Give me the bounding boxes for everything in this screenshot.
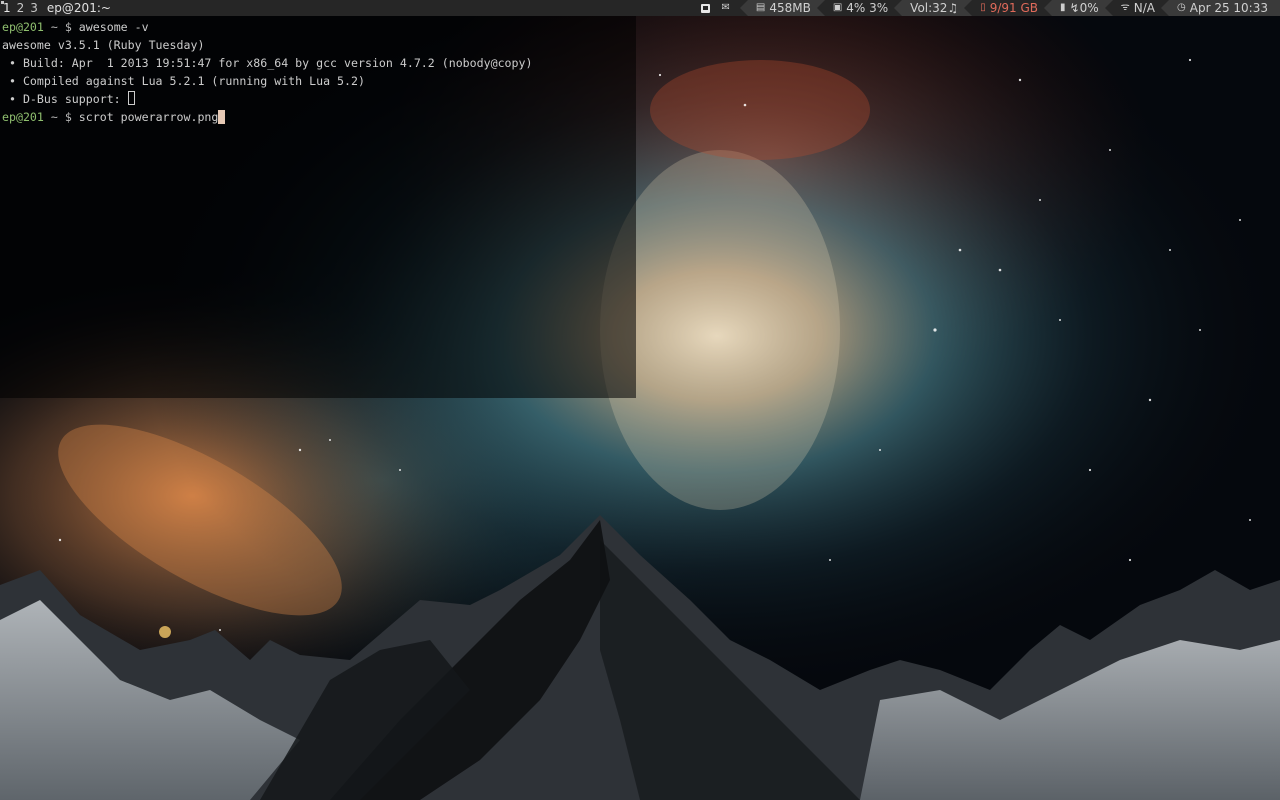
tag-1[interactable]: 1	[0, 0, 14, 16]
terminal-window[interactable]: ep@201 ~ $ awesome -v awesome v3.5.1 (Ru…	[0, 16, 636, 398]
top-panel: 1 2 3 ep@201:~ ✉ ▤ 458MB ▣ 4% 3% Vol: 32…	[0, 0, 1280, 16]
wifi-widget[interactable]: ᯤ N/A	[1112, 0, 1162, 16]
tag-2[interactable]: 2	[14, 0, 28, 16]
tag-occupied-indicator	[1, 1, 4, 4]
cpu-icon: ▣	[832, 2, 843, 13]
clock-widget[interactable]: ◷ Apr 25 10:33	[1169, 0, 1280, 16]
powerarrow-separator	[964, 0, 973, 16]
powerarrow-separator	[816, 0, 825, 16]
cpu-value: 4% 3%	[846, 1, 889, 15]
prompt-path: ~ $	[43, 110, 79, 124]
cpu-widget[interactable]: ▣ 4% 3%	[824, 0, 895, 16]
tag-1-label: 1	[3, 1, 11, 15]
tag-3-label: 3	[30, 1, 38, 15]
focused-window-title[interactable]: ep@201:~	[41, 0, 111, 16]
tag-2-label: 2	[16, 1, 25, 15]
prompt-user: ep@201	[2, 20, 44, 34]
mail-widget[interactable]: ✉	[713, 0, 740, 16]
battery-value: ↯0%	[1069, 1, 1099, 15]
terminal-line: ep@201 ~ $ awesome -v	[2, 18, 636, 36]
music-note-icon: ♫	[947, 1, 959, 15]
prompt-user: ep@201	[2, 110, 44, 124]
tag-3[interactable]: 3	[27, 0, 41, 16]
memory-icon: ▤	[755, 2, 766, 13]
powerarrow-separator	[1044, 0, 1053, 16]
taglist: 1 2 3	[0, 0, 41, 16]
clock-value: Apr 25 10:33	[1189, 1, 1268, 15]
prompt-path: ~ $	[43, 20, 79, 34]
mail-icon: ✉	[721, 2, 730, 13]
missing-glyph-box	[127, 91, 135, 105]
widget-area: ✉ ▤ 458MB ▣ 4% 3% Vol: 32 ♫ ▯ 9/91 GB ▮ …	[697, 0, 1280, 16]
tile-layout-icon	[700, 3, 710, 13]
volume-value: 32	[932, 1, 948, 15]
hdd-icon: ▯	[980, 2, 986, 13]
battery-widget[interactable]: ▮ ↯0%	[1052, 0, 1105, 16]
powerarrow-separator	[739, 0, 748, 16]
terminal-output-line: • Compiled against Lua 5.2.1 (running wi…	[2, 74, 365, 88]
command-input[interactable]: scrot powerarrow.png	[79, 110, 219, 124]
volume-label: Vol:	[910, 1, 933, 15]
text-cursor	[218, 110, 226, 124]
terminal-output-line: • Build: Apr 1 2013 19:51:47 for x86_64 …	[2, 56, 533, 70]
wifi-value: N/A	[1133, 1, 1156, 15]
memory-value: 458MB	[769, 1, 811, 15]
disk-widget[interactable]: ▯ 9/91 GB	[972, 0, 1045, 16]
disk-value: 9/91 GB	[989, 1, 1039, 15]
battery-icon: ▮	[1060, 2, 1066, 13]
terminal-line: ep@201 ~ $ scrot powerarrow.png	[2, 108, 636, 126]
wifi-icon: ᯤ	[1120, 2, 1130, 13]
powerarrow-separator	[1104, 0, 1113, 16]
powerarrow-separator	[1161, 0, 1170, 16]
panel-spacer	[111, 0, 698, 16]
terminal-output-line: • D-Bus support:	[2, 92, 128, 106]
clock-icon: ◷	[1177, 2, 1186, 13]
powerarrow-separator	[894, 0, 903, 16]
layout-box[interactable]	[697, 0, 713, 16]
terminal-line: • D-Bus support:	[2, 90, 636, 108]
volume-widget[interactable]: Vol: 32 ♫	[902, 0, 965, 16]
terminal-output-line: awesome v3.5.1 (Ruby Tuesday)	[2, 38, 205, 52]
memory-widget[interactable]: ▤ 458MB	[747, 0, 817, 16]
command-text: awesome -v	[78, 20, 149, 34]
